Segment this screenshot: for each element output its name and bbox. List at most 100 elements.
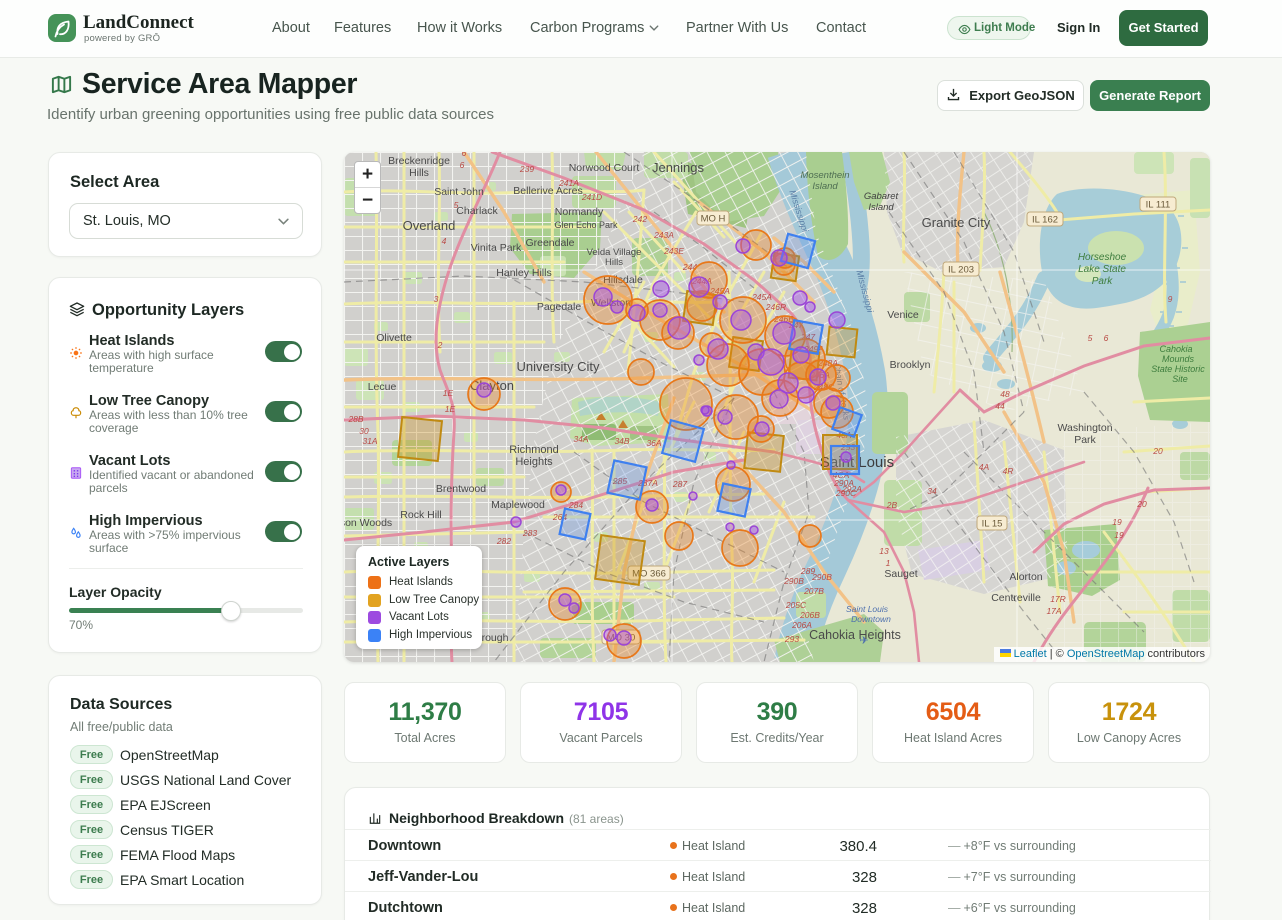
svg-text:282: 282	[496, 536, 511, 546]
svg-text:Alorton: Alorton	[1009, 571, 1042, 583]
svg-text:241D: 241D	[581, 192, 602, 202]
svg-text:246R: 246R	[765, 302, 786, 312]
svg-text:IL 203: IL 203	[948, 265, 974, 276]
svg-text:290A: 290A	[833, 478, 854, 488]
svg-text:Island: Island	[868, 202, 894, 213]
svg-text:Olivette: Olivette	[376, 332, 412, 344]
svg-text:48: 48	[1000, 389, 1010, 399]
svg-text:290B: 290B	[811, 572, 832, 582]
svg-text:2: 2	[437, 340, 443, 350]
svg-text:290B: 290B	[783, 576, 804, 586]
svg-text:19: 19	[1114, 530, 1124, 540]
svg-text:Saint Louis: Saint Louis	[846, 604, 889, 614]
svg-text:Heights: Heights	[515, 456, 553, 468]
svg-text:6: 6	[460, 160, 465, 170]
svg-text:Breckenridge: Breckenridge	[388, 155, 450, 167]
svg-text:✈: ✈	[859, 635, 868, 647]
svg-text:13: 13	[879, 546, 889, 556]
svg-text:Jennings: Jennings	[652, 160, 705, 175]
svg-text:son Woods: son Woods	[344, 517, 392, 529]
svg-text:Greendale: Greendale	[525, 237, 574, 249]
svg-text:Lake State: Lake State	[1078, 264, 1126, 275]
svg-text:Normandy: Normandy	[555, 206, 604, 218]
svg-text:Vinita Park: Vinita Park	[471, 242, 522, 254]
svg-text:Norwood Court: Norwood Court	[569, 162, 640, 174]
svg-text:4A: 4A	[979, 462, 990, 472]
svg-text:34B: 34B	[614, 436, 629, 446]
svg-text:Downtown: Downtown	[851, 614, 891, 624]
svg-text:2B: 2B	[886, 500, 898, 510]
svg-text:IL 162: IL 162	[1032, 215, 1058, 226]
svg-text:Maplewood: Maplewood	[491, 499, 545, 511]
svg-text:Hills: Hills	[605, 257, 623, 268]
svg-text:Park: Park	[1074, 434, 1096, 446]
svg-text:293: 293	[784, 634, 799, 644]
svg-text:6: 6	[1104, 333, 1109, 343]
svg-text:17A: 17A	[1046, 606, 1061, 616]
svg-text:283: 283	[522, 528, 537, 538]
svg-text:20: 20	[1136, 499, 1147, 509]
svg-text:30: 30	[359, 426, 369, 436]
svg-text:Brooklyn: Brooklyn	[890, 359, 931, 371]
svg-text:MO H: MO H	[701, 214, 726, 225]
svg-text:206B: 206B	[799, 610, 820, 620]
svg-text:207B: 207B	[803, 586, 824, 596]
svg-text:Overland: Overland	[403, 218, 456, 233]
svg-text:Island: Island	[812, 181, 838, 192]
svg-text:Brentwood: Brentwood	[436, 483, 486, 495]
svg-text:243A: 243A	[653, 230, 674, 240]
svg-text:4: 4	[442, 236, 447, 246]
svg-text:Glen Echo Park: Glen Echo Park	[554, 220, 618, 230]
svg-text:Sauget: Sauget	[884, 568, 917, 580]
svg-text:239: 239	[519, 164, 534, 174]
svg-text:1E: 1E	[443, 388, 454, 398]
svg-text:Charlack: Charlack	[456, 205, 498, 217]
svg-text:Centreville: Centreville	[991, 592, 1041, 604]
svg-text:284: 284	[568, 500, 583, 510]
svg-text:Venice: Venice	[887, 309, 919, 321]
svg-text:Hills: Hills	[409, 167, 429, 179]
svg-text:Saint John: Saint John	[434, 186, 484, 198]
svg-text:Park: Park	[1092, 276, 1114, 287]
svg-text:5: 5	[454, 200, 459, 210]
svg-text:Mosenthein: Mosenthein	[800, 170, 849, 181]
svg-text:University City: University City	[516, 359, 600, 374]
svg-text:Mounds: Mounds	[1162, 354, 1195, 364]
svg-text:241A: 241A	[558, 178, 579, 188]
svg-text:3: 3	[434, 294, 439, 304]
svg-text:9: 9	[1168, 294, 1173, 304]
svg-text:19: 19	[1112, 517, 1122, 527]
svg-text:Granite City: Granite City	[922, 215, 991, 230]
svg-text:31A: 31A	[362, 436, 377, 446]
svg-text:1E: 1E	[445, 404, 456, 414]
svg-text:Hanley Hills: Hanley Hills	[496, 267, 551, 279]
svg-text:Cahokia Heights: Cahokia Heights	[809, 628, 901, 642]
svg-text:242: 242	[632, 214, 647, 224]
svg-text:243E: 243E	[663, 246, 684, 256]
svg-text:6: 6	[462, 152, 467, 158]
svg-text:Site: Site	[1172, 374, 1188, 384]
svg-text:State Historic: State Historic	[1151, 364, 1205, 374]
svg-text:17R: 17R	[1050, 594, 1066, 604]
svg-text:Horseshoe: Horseshoe	[1078, 252, 1127, 263]
svg-text:IL 111: IL 111	[1146, 200, 1171, 211]
svg-text:4R: 4R	[1003, 466, 1014, 476]
svg-text:Lecue: Lecue	[368, 381, 397, 393]
svg-text:28B: 28B	[347, 414, 363, 424]
svg-text:Washington: Washington	[1057, 422, 1112, 434]
svg-text:Cahokia: Cahokia	[1159, 344, 1192, 354]
svg-text:5: 5	[1088, 333, 1093, 343]
svg-text:IL 15: IL 15	[982, 519, 1003, 530]
svg-text:205C: 205C	[785, 600, 807, 610]
svg-text:Gabaret: Gabaret	[864, 191, 899, 202]
svg-text:Pagedale: Pagedale	[537, 301, 582, 313]
svg-text:290C: 290C	[835, 488, 857, 498]
svg-text:Richmond: Richmond	[509, 444, 559, 456]
svg-text:34: 34	[927, 486, 937, 496]
svg-text:206A: 206A	[791, 620, 812, 630]
svg-text:36A: 36A	[646, 438, 661, 448]
svg-text:287: 287	[672, 479, 687, 489]
svg-text:34A: 34A	[573, 434, 588, 444]
svg-text:1: 1	[886, 558, 891, 568]
svg-text:44: 44	[995, 401, 1005, 411]
